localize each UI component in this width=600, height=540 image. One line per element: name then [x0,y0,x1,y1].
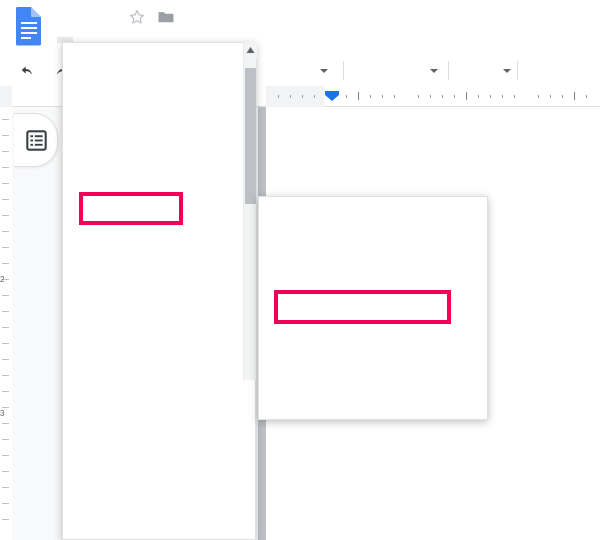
folder-icon[interactable] [157,8,175,26]
undo-icon[interactable] [20,64,37,86]
google-docs-window: 2 3 [0,0,600,540]
download-submenu[interactable] [258,196,488,420]
google-docs-logo[interactable] [14,6,44,46]
file-menu-dropdown[interactable] [62,42,257,540]
document-outline-button[interactable] [14,113,58,167]
file-menu-scrollbar[interactable] [243,42,257,380]
indent-marker-icon[interactable] [324,89,340,101]
star-outline-icon[interactable] [128,8,146,26]
vertical-ruler: 2 3 [0,107,12,540]
file-menu-scroll-thumb[interactable] [245,68,256,204]
paragraph-style-chevron-down-icon[interactable] [320,69,328,73]
font-family-chevron-down-icon[interactable] [430,69,438,73]
document-outline-icon [26,130,47,151]
file-menu-item-share[interactable] [63,45,255,59]
font-size-chevron-down-icon[interactable] [503,69,511,73]
